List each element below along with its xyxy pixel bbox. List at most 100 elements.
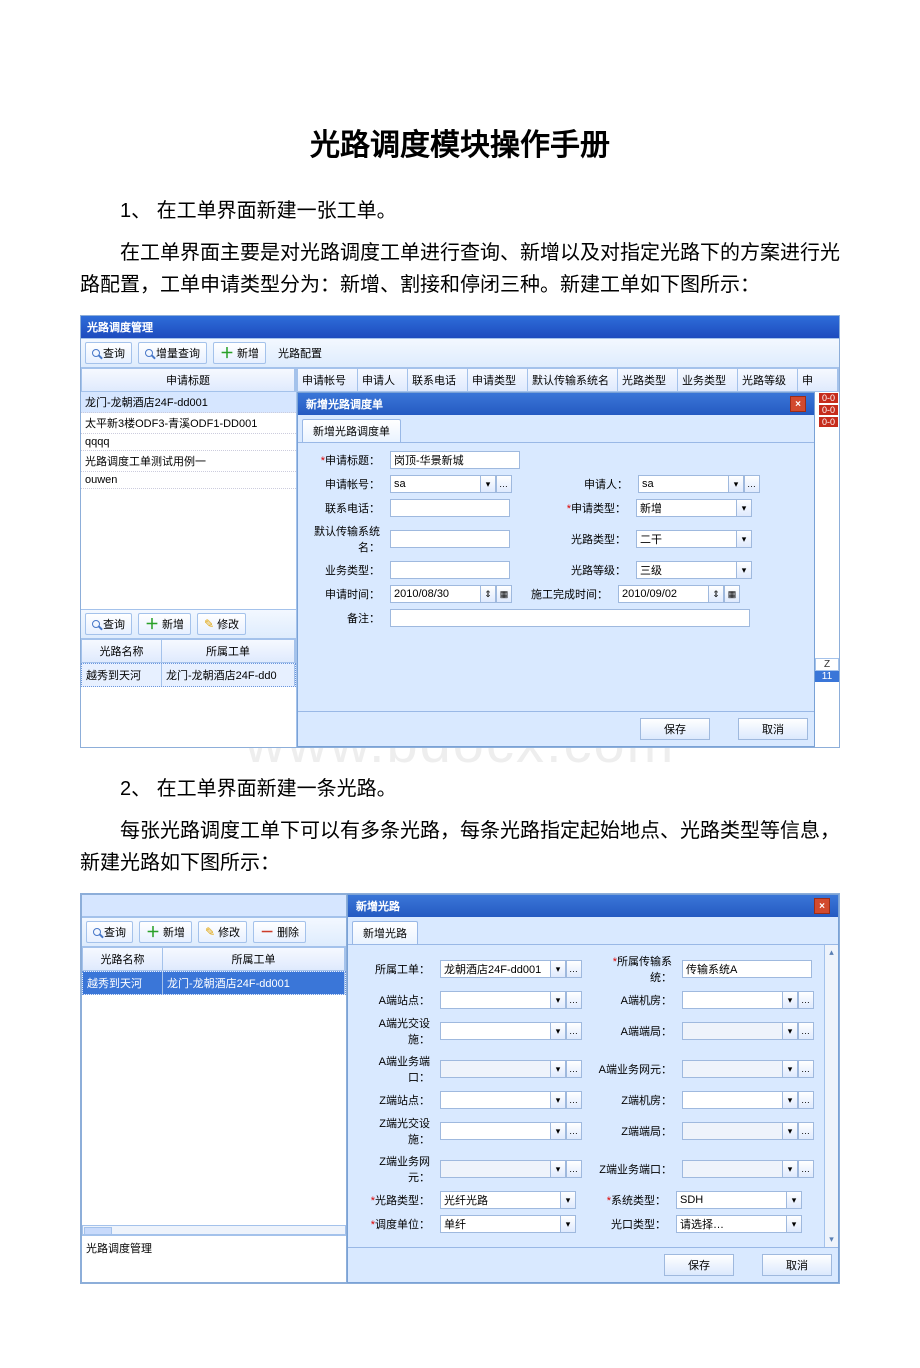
zodf-select[interactable] xyxy=(440,1122,550,1140)
s2-edit-button[interactable]: ✎修改 xyxy=(198,921,247,943)
stepper-icon[interactable]: ⇕ xyxy=(708,585,724,603)
topic-input[interactable] xyxy=(390,451,520,469)
calendar-icon[interactable]: ▦ xyxy=(724,585,740,603)
dropdown-icon[interactable]: ▾ xyxy=(786,1215,802,1233)
list-row-0[interactable]: 龙门-龙朝酒店24F-dd001 xyxy=(81,392,296,413)
dropdown-icon[interactable]: ▾ xyxy=(550,991,566,1009)
inc-search-button[interactable]: 增量查询 xyxy=(138,342,207,364)
zroom-select[interactable] xyxy=(682,1091,782,1109)
screenshot-1: 光路调度管理 查询 增量查询 ＋新增 光路配置 申请标题 龙门-龙朝酒店24F-… xyxy=(80,315,840,748)
list-row-4[interactable]: ouwen xyxy=(81,472,296,489)
order-select[interactable] xyxy=(440,960,550,978)
dropdown-icon[interactable]: ▾ xyxy=(782,991,798,1009)
otype-select[interactable] xyxy=(676,1215,786,1233)
dialog-tab[interactable]: 新增光路调度单 xyxy=(302,419,401,442)
dropdown-icon: ▾ xyxy=(782,1022,798,1040)
lbl-phone: 联系电话： xyxy=(308,500,380,516)
ltype-select[interactable] xyxy=(636,530,736,548)
asite-select[interactable] xyxy=(440,991,550,1009)
phone-input[interactable] xyxy=(390,499,510,517)
s2-cell-1: 龙门-龙朝酒店24F-dd001 xyxy=(163,972,345,994)
arrow-down-icon[interactable]: ▾ xyxy=(829,1232,834,1247)
s2-del-button[interactable]: －删除 xyxy=(253,921,306,943)
add-button[interactable]: ＋新增 xyxy=(213,342,266,364)
reqtype-select[interactable] xyxy=(636,499,736,517)
list-row-2[interactable]: qqqq xyxy=(81,434,296,451)
vertical-scrollbar[interactable]: ▴▾ xyxy=(824,945,838,1247)
list-row-1[interactable]: 太平新3楼ODF3-青溪ODF1-DD001 xyxy=(81,413,296,434)
zsite-select[interactable] xyxy=(440,1091,550,1109)
browse-icon[interactable]: … xyxy=(566,1122,582,1140)
s2-save-button[interactable]: 保存 xyxy=(664,1254,734,1276)
acct-input[interactable] xyxy=(390,475,480,493)
s2-search-button[interactable]: 查询 xyxy=(86,921,133,943)
dropdown-icon[interactable]: ▾ xyxy=(786,1191,802,1209)
sub-cell-0: 越秀到天河 xyxy=(82,664,162,686)
browse-icon[interactable]: … xyxy=(798,1091,814,1109)
browse-icon[interactable]: … xyxy=(744,475,760,493)
dropdown-icon[interactable]: ▾ xyxy=(550,1091,566,1109)
browse-icon[interactable]: … xyxy=(496,475,512,493)
s2-dialog-tab[interactable]: 新增光路 xyxy=(352,921,418,944)
dropdown-icon[interactable]: ▾ xyxy=(782,1091,798,1109)
close-icon[interactable]: × xyxy=(814,898,830,914)
sys-input[interactable] xyxy=(682,960,812,978)
footer-label: 光路调度管理 xyxy=(82,1235,346,1260)
browse-icon[interactable]: … xyxy=(798,991,814,1009)
browse-icon[interactable]: … xyxy=(566,991,582,1009)
dropdown-icon[interactable]: ▾ xyxy=(550,1122,566,1140)
dunit-select[interactable] xyxy=(440,1215,560,1233)
level-select[interactable] xyxy=(636,561,736,579)
sub-row-0[interactable]: 越秀到天河 龙门-龙朝酒店24F-dd0 xyxy=(81,663,296,687)
cancel-button[interactable]: 取消 xyxy=(738,718,808,740)
sub-edit-button[interactable]: ✎修改 xyxy=(197,613,246,635)
dropdown-icon[interactable]: ▾ xyxy=(550,1022,566,1040)
list-row-3[interactable]: 光路调度工单测试用例一 xyxy=(81,451,296,472)
stepper-icon[interactable]: ⇕ xyxy=(480,585,496,603)
s2-add-button[interactable]: ＋新增 xyxy=(139,921,192,943)
aodf-select[interactable] xyxy=(440,1022,550,1040)
s2-cancel-button[interactable]: 取消 xyxy=(762,1254,832,1276)
close-icon[interactable]: × xyxy=(790,396,806,412)
dialog-titlebar[interactable]: 新增光路调度单 × xyxy=(298,393,814,415)
browse-icon[interactable]: … xyxy=(566,1022,582,1040)
arrow-up-icon[interactable]: ▴ xyxy=(829,945,834,960)
config-button[interactable]: 光路配置 xyxy=(272,343,328,363)
dropdown-icon[interactable]: ▾ xyxy=(736,499,752,517)
person-input[interactable] xyxy=(638,475,728,493)
pencil-icon: ✎ xyxy=(205,925,215,939)
sysname-input[interactable] xyxy=(390,530,510,548)
note-input[interactable] xyxy=(390,609,750,627)
s2-dialog-titlebar[interactable]: 新增光路 × xyxy=(348,895,838,917)
dropdown-icon[interactable]: ▾ xyxy=(560,1215,576,1233)
ctime-input[interactable] xyxy=(618,585,708,603)
s2-col-1: 所属工单 xyxy=(163,948,345,970)
dropdown-icon[interactable]: ▾ xyxy=(736,530,752,548)
calendar-icon[interactable]: ▦ xyxy=(496,585,512,603)
search-button[interactable]: 查询 xyxy=(85,342,132,364)
dropdown-icon[interactable]: ▾ xyxy=(550,960,566,978)
dropdown-icon: ▾ xyxy=(550,1160,566,1178)
browse-icon[interactable]: … xyxy=(566,1091,582,1109)
aroom-select[interactable] xyxy=(682,991,782,1009)
sub-list-header: 光路名称 所属工单 xyxy=(81,639,296,663)
dropdown-icon[interactable]: ▾ xyxy=(736,561,752,579)
biz-input[interactable] xyxy=(390,561,510,579)
s2-row-0[interactable]: 越秀到天河 龙门-龙朝酒店24F-dd001 xyxy=(82,971,346,995)
s2-form: 所属工单： ▾… *所属传输系统： A端站点： ▾… A端机房： ▾… xyxy=(348,945,824,1247)
col-4: 申请类型 xyxy=(468,369,528,391)
dropdown-icon[interactable]: ▾ xyxy=(560,1191,576,1209)
ltype2-select[interactable] xyxy=(440,1191,560,1209)
sub-add-button[interactable]: ＋新增 xyxy=(138,613,191,635)
ane-select xyxy=(682,1060,782,1078)
dropdown-icon: ▾ xyxy=(782,1122,798,1140)
browse-icon[interactable]: … xyxy=(566,960,582,978)
save-button[interactable]: 保存 xyxy=(640,718,710,740)
sub-search-button[interactable]: 查询 xyxy=(85,613,132,635)
stype-select[interactable] xyxy=(676,1191,786,1209)
dropdown-icon[interactable]: ▾ xyxy=(728,475,744,493)
col-8: 光路等级 xyxy=(738,369,798,391)
atime-input[interactable] xyxy=(390,585,480,603)
dropdown-icon[interactable]: ▾ xyxy=(480,475,496,493)
scrollbar[interactable] xyxy=(82,1225,346,1235)
